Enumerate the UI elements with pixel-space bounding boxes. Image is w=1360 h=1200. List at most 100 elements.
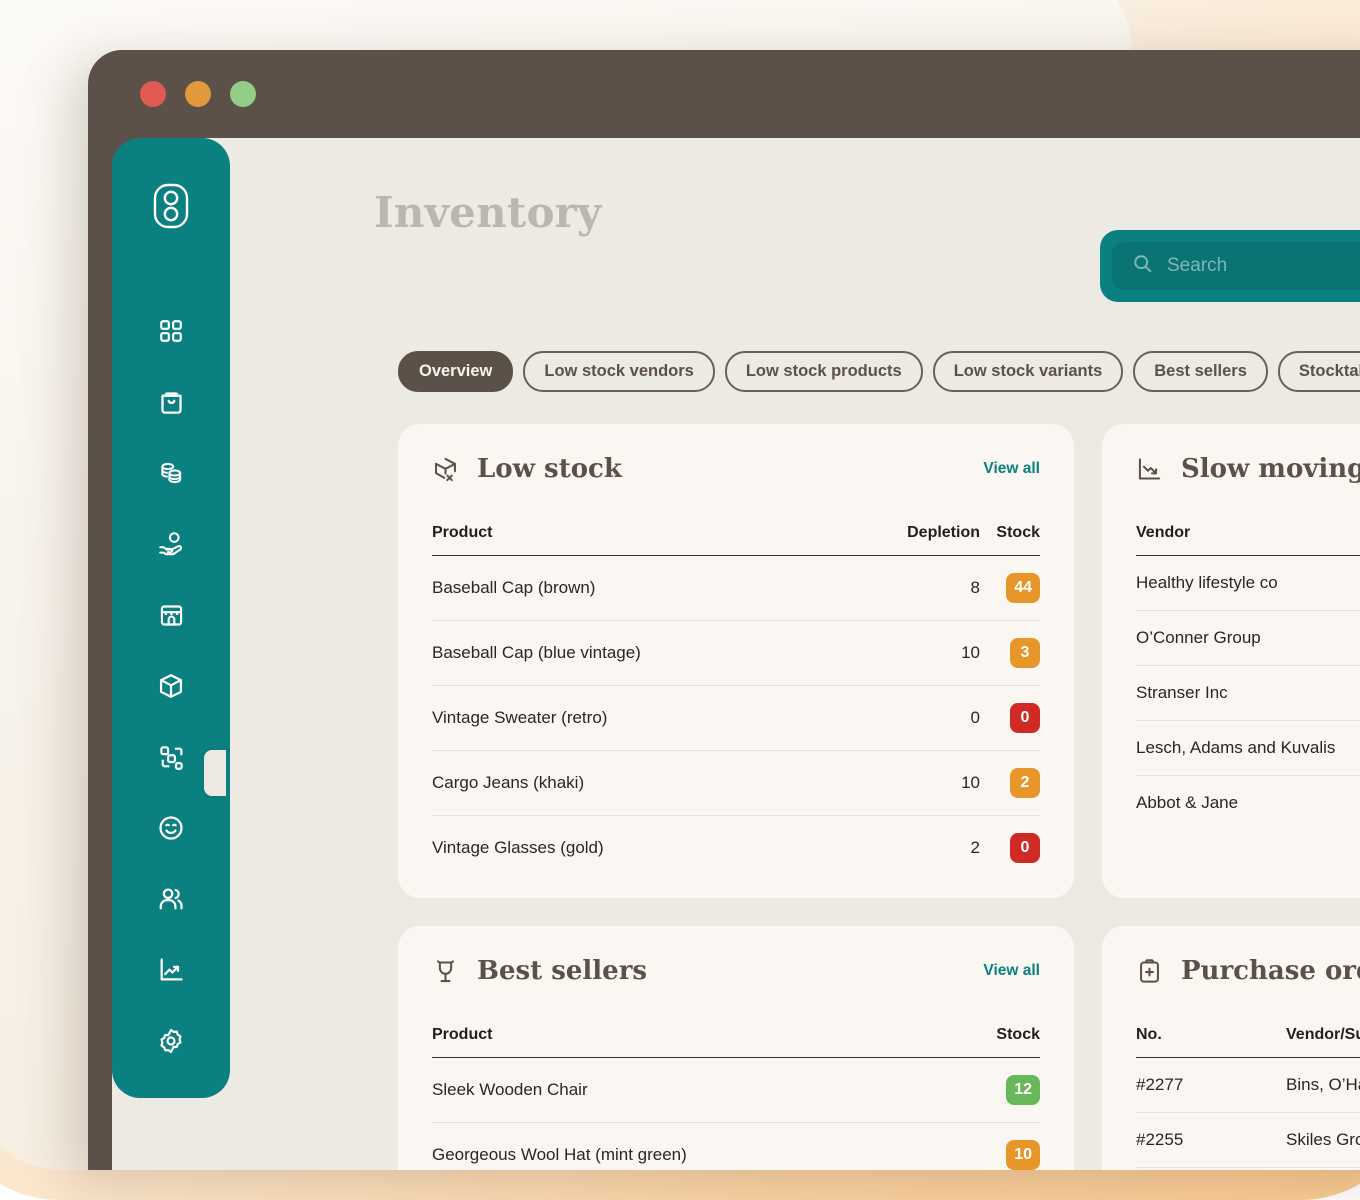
table-row[interactable]: #2255 Skiles Group <box>1136 1113 1360 1168</box>
minimize-button[interactable] <box>185 81 211 107</box>
cell-product: Vintage Glasses (gold) <box>432 816 838 881</box>
sidebar-item-orders[interactable] <box>143 374 199 430</box>
app-logo-icon[interactable] <box>151 182 191 235</box>
window-titlebar <box>88 50 1360 138</box>
cell-vendor: Skiles Group <box>1286 1113 1360 1168</box>
table-row[interactable]: #2252 Olson, Carter and White <box>1136 1168 1360 1171</box>
hand-coin-icon <box>157 530 185 558</box>
search-input[interactable]: Search <box>1112 242 1360 290</box>
package-x-icon <box>432 456 459 483</box>
tab-low-stock-vendors[interactable]: Low stock vendors <box>523 351 714 392</box>
cell-depletion: 2 <box>838 816 980 881</box>
cell-depletion: 8 <box>838 556 980 621</box>
status-badge: 12 <box>1006 1075 1040 1105</box>
column-stock: Stock <box>980 524 1040 556</box>
status-badge: 2 <box>1010 768 1040 798</box>
card-header: Best sellers View all <box>432 956 1040 986</box>
sidebar-item-store[interactable] <box>143 587 199 643</box>
clipboard-plus-icon <box>1136 958 1163 985</box>
view-all-link[interactable]: View all <box>983 460 1040 478</box>
sidebar-item-integrations[interactable] <box>143 729 199 785</box>
sidebar-item-dashboard[interactable] <box>143 303 199 359</box>
table-row[interactable]: Baseball Cap (brown) 8 44 <box>432 556 1040 621</box>
grid-dashboard-icon <box>158 318 184 344</box>
cell-vendor: Bins, O’Hara and Bailey <box>1286 1058 1360 1113</box>
app-window: Inventory Search Overview Low stock vend… <box>88 50 1360 1170</box>
table-row[interactable]: Stranser Inc 21 <box>1136 666 1360 721</box>
table-row[interactable]: Lesch, Adams and Kuvalis 8 <box>1136 721 1360 776</box>
status-badge: 0 <box>1010 833 1040 863</box>
purchase-orders-table: No. Vendor/Supplier #2277 Bins, O’Hara a… <box>1136 1026 1360 1170</box>
column-stock: Stock <box>980 1026 1040 1058</box>
search-icon <box>1132 253 1153 279</box>
table-header-row: Vendor Out of stock <box>1136 524 1360 556</box>
cell-stock: 0 <box>980 686 1040 751</box>
column-vendor: Vendor <box>1136 524 1360 556</box>
cell-product: Sleek Wooden Chair <box>432 1058 980 1123</box>
card-title: Slow moving items <box>1181 454 1360 484</box>
card-title: Purchase orders <box>1181 956 1360 986</box>
table-row[interactable]: Healthy lifestyle co 15 <box>1136 556 1360 611</box>
cards-grid: Low stock View all Product Depletion Sto… <box>398 424 1360 1170</box>
cell-stock: 2 <box>980 751 1040 816</box>
view-all-link[interactable]: View all <box>983 962 1040 980</box>
table-row[interactable]: Abbot & Jane 5 <box>1136 776 1360 831</box>
sidebar-item-inventory[interactable] <box>143 658 199 714</box>
sidebar-item-customers[interactable] <box>143 800 199 856</box>
tab-best-sellers[interactable]: Best sellers <box>1133 351 1268 392</box>
maximize-button[interactable] <box>230 81 256 107</box>
sidebar-item-payouts[interactable] <box>143 516 199 572</box>
cell-stock: 10 <box>980 1123 1040 1171</box>
table-row[interactable]: O’Conner Group 15 <box>1136 611 1360 666</box>
trophy-icon <box>432 958 459 985</box>
best-sellers-table: Product Stock Sleek Wooden Chair 12 Geor… <box>432 1026 1040 1170</box>
cell-depletion: 10 <box>838 751 980 816</box>
coins-stack-icon <box>157 459 185 487</box>
store-icon <box>158 602 185 629</box>
cell-vendor: O’Conner Group <box>1136 611 1360 666</box>
card-low-stock: Low stock View all Product Depletion Sto… <box>398 424 1074 898</box>
box-package-icon <box>157 672 185 700</box>
cell-product: Baseball Cap (brown) <box>432 556 838 621</box>
low-stock-table: Product Depletion Stock Baseball Cap (br… <box>432 524 1040 880</box>
sidebar <box>112 138 230 1098</box>
sidebar-item-settings[interactable] <box>143 1013 199 1069</box>
table-header-row: Product Stock <box>432 1026 1040 1058</box>
tab-low-stock-variants[interactable]: Low stock variants <box>933 351 1124 392</box>
cell-product: Vintage Sweater (retro) <box>432 686 838 751</box>
table-row[interactable]: Cargo Jeans (khaki) 10 2 <box>432 751 1040 816</box>
table-header-row: Product Depletion Stock <box>432 524 1040 556</box>
tab-stocktake[interactable]: Stocktake <box>1278 351 1360 392</box>
status-badge: 44 <box>1006 573 1040 603</box>
card-header: Slow moving items <box>1136 454 1360 484</box>
card-best-sellers: Best sellers View all Product Stock Slee… <box>398 926 1074 1170</box>
table-row[interactable]: Vintage Sweater (retro) 0 0 <box>432 686 1040 751</box>
card-slow-moving-items: Slow moving items Vendor Out of stock He… <box>1102 424 1360 898</box>
sidebar-item-team[interactable] <box>143 871 199 927</box>
tab-overview[interactable]: Overview <box>398 351 513 392</box>
column-no: No. <box>1136 1026 1286 1058</box>
cell-stock: 0 <box>980 816 1040 881</box>
search-bar[interactable]: Search <box>1100 230 1360 302</box>
column-product: Product <box>432 1026 980 1058</box>
table-row[interactable]: Sleek Wooden Chair 12 <box>432 1058 1040 1123</box>
cell-stock: 12 <box>980 1058 1040 1123</box>
table-row[interactable]: Vintage Glasses (gold) 2 0 <box>432 816 1040 881</box>
table-row[interactable]: #2277 Bins, O’Hara and Bailey <box>1136 1058 1360 1113</box>
cell-product: Baseball Cap (blue vintage) <box>432 621 838 686</box>
sidebar-item-analytics[interactable] <box>143 942 199 998</box>
card-header: Low stock View all <box>432 454 1040 484</box>
cell-vendor: Abbot & Jane <box>1136 776 1360 831</box>
sidebar-item-finance[interactable] <box>143 445 199 501</box>
card-title: Best sellers <box>477 956 983 986</box>
network-nodes-icon <box>158 744 185 771</box>
table-row[interactable]: Georgeous Wool Hat (mint green) 10 <box>432 1123 1040 1171</box>
table-row[interactable]: Baseball Cap (blue vintage) 10 3 <box>432 621 1040 686</box>
shopping-bag-icon <box>158 389 185 416</box>
status-badge: 3 <box>1010 638 1040 668</box>
cell-vendor: Olson, Carter and White <box>1286 1168 1360 1171</box>
status-badge: 0 <box>1010 703 1040 733</box>
tab-low-stock-products[interactable]: Low stock products <box>725 351 923 392</box>
sidebar-collapse-handle[interactable] <box>204 750 226 796</box>
close-button[interactable] <box>140 81 166 107</box>
